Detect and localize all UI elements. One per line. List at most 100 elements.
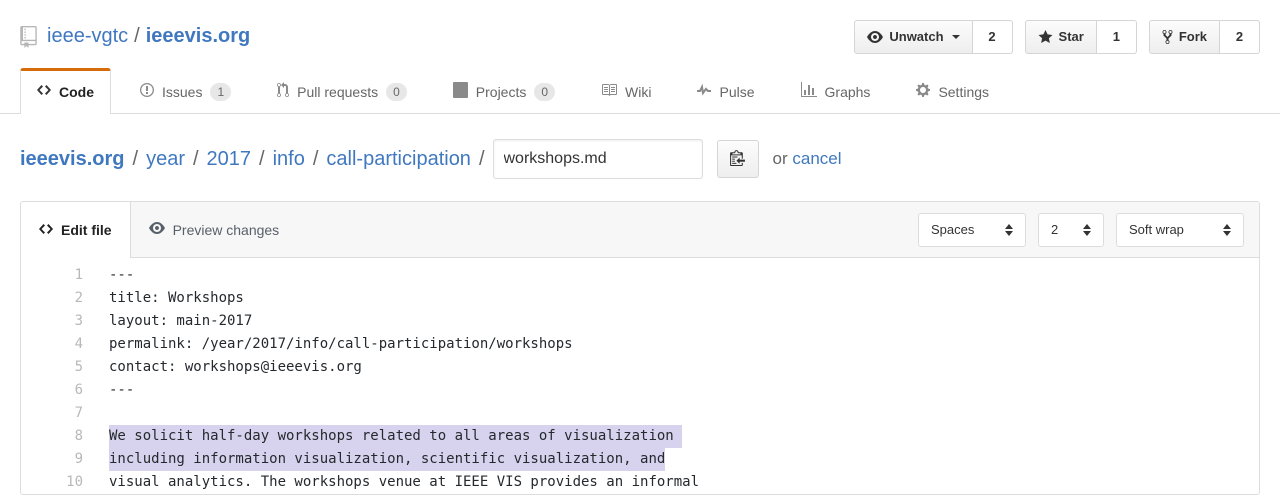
unwatch-label: Unwatch [889, 29, 943, 44]
or-label: or [773, 149, 788, 168]
line-text[interactable]: including information visualization, sci… [109, 448, 665, 471]
tab-settings[interactable]: Settings [899, 68, 1006, 114]
line-number[interactable]: 2 [21, 287, 83, 310]
indent-size-select[interactable]: 2 [1038, 213, 1104, 247]
pull-requests-count-badge: 0 [386, 83, 407, 101]
breadcrumb-separator: / [133, 148, 139, 171]
code-line: 9 including information visualization, s… [21, 448, 1259, 471]
line-text[interactable]: title: Workshops [109, 287, 244, 310]
caret-down-icon [952, 35, 960, 43]
repo-nav: Code Issues 1 Pull requests 0 Projects 0… [0, 68, 1280, 114]
indent-mode-select[interactable]: Spaces [918, 213, 1026, 247]
code-editor[interactable]: 1 --- 2 title: Workshops 3 layout: main-… [21, 258, 1259, 494]
breadcrumb: ieeevis.org / year / 2017 / info / call-… [0, 139, 1280, 179]
tab-projects-label: Projects [476, 84, 527, 100]
breadcrumb-separator: / [193, 148, 199, 171]
projects-count-badge: 0 [534, 83, 555, 101]
line-text[interactable]: visual analytics. The workshops venue at… [109, 471, 699, 494]
line-text[interactable]: --- [109, 379, 134, 402]
star-button[interactable]: Star [1025, 20, 1097, 54]
line-number[interactable]: 1 [21, 264, 83, 287]
code-line: 6 --- [21, 379, 1259, 402]
select-arrows-icon [1005, 224, 1013, 236]
line-number[interactable]: 3 [21, 310, 83, 333]
copy-path-button[interactable] [717, 140, 759, 178]
repo-owner-link[interactable]: ieee-vgtc [47, 25, 128, 48]
tab-code[interactable]: Code [20, 68, 111, 114]
code-line: 7 [21, 402, 1259, 425]
star-label: Star [1059, 29, 1084, 44]
breadcrumb-link-call-participation[interactable]: call-participation [326, 148, 471, 171]
clipboard-icon [730, 149, 745, 169]
graph-icon [801, 82, 817, 101]
star-count[interactable]: 1 [1097, 20, 1137, 54]
issue-icon [140, 82, 154, 101]
line-text[interactable]: We solicit half-day workshops related to… [109, 425, 682, 448]
breadcrumb-separator: / [313, 148, 319, 171]
editor-header: Edit file Preview changes Spaces 2 Soft … [21, 202, 1259, 258]
fork-count[interactable]: 2 [1220, 20, 1260, 54]
breadcrumb-link-info[interactable]: info [273, 148, 305, 171]
tab-pull-requests[interactable]: Pull requests 0 [260, 68, 424, 114]
breadcrumb-link-2017[interactable]: 2017 [207, 148, 252, 171]
tab-preview-changes[interactable]: Preview changes [131, 202, 298, 257]
tab-settings-label: Settings [938, 84, 989, 100]
edit-file-label: Edit file [61, 222, 112, 238]
repo-title: ieee-vgtc / ieeevis.org [20, 25, 250, 48]
tab-issues-label: Issues [162, 84, 202, 100]
cancel-link[interactable]: cancel [792, 149, 841, 168]
tab-edit-file[interactable]: Edit file [21, 202, 131, 258]
code-icon [37, 82, 51, 101]
line-number[interactable]: 8 [21, 425, 83, 448]
breadcrumb-link-year[interactable]: year [146, 148, 185, 171]
watch-count[interactable]: 2 [973, 20, 1013, 54]
fork-label: Fork [1179, 29, 1207, 44]
select-arrows-icon [1223, 224, 1231, 236]
breadcrumb-separator: / [259, 148, 265, 171]
tab-pull-requests-label: Pull requests [297, 84, 378, 100]
repo-icon [20, 26, 37, 48]
tab-pulse-label: Pulse [719, 84, 754, 100]
line-number[interactable]: 10 [21, 471, 83, 494]
indent-mode-value: Spaces [931, 222, 974, 237]
line-text[interactable]: permalink: /year/2017/info/call-particip… [109, 333, 573, 356]
editor-settings: Spaces 2 Soft wrap [918, 202, 1259, 257]
line-number[interactable]: 5 [21, 356, 83, 379]
tab-wiki[interactable]: Wiki [584, 68, 668, 114]
line-number[interactable]: 6 [21, 379, 83, 402]
pull-request-icon [277, 82, 289, 101]
fork-button[interactable]: Fork [1149, 20, 1220, 54]
line-number[interactable]: 4 [21, 333, 83, 356]
book-icon [601, 82, 617, 101]
wrap-mode-select[interactable]: Soft wrap [1116, 213, 1244, 247]
line-text[interactable]: --- [109, 264, 134, 287]
star-icon [1038, 29, 1053, 45]
code-line: 3 layout: main-2017 [21, 310, 1259, 333]
tab-issues[interactable]: Issues 1 [123, 68, 248, 114]
tab-projects[interactable]: Projects 0 [436, 68, 572, 114]
filename-input[interactable] [493, 139, 703, 179]
line-number[interactable]: 9 [21, 448, 83, 471]
code-icon [39, 221, 53, 240]
tab-graphs-label: Graphs [825, 84, 871, 100]
tab-pulse[interactable]: Pulse [680, 68, 771, 114]
code-line: 10 visual analytics. The workshops venue… [21, 471, 1259, 494]
fork-icon [1162, 29, 1173, 45]
breadcrumb-root-link[interactable]: ieeevis.org [20, 148, 125, 171]
preview-changes-label: Preview changes [173, 222, 280, 238]
code-line: 4 permalink: /year/2017/info/call-partic… [21, 333, 1259, 356]
star-group: Star 1 [1025, 20, 1137, 54]
line-text[interactable]: layout: main-2017 [109, 310, 252, 333]
repo-actions: Unwatch 2 Star 1 Fork 2 [854, 20, 1260, 54]
line-number[interactable]: 7 [21, 402, 83, 425]
tab-graphs[interactable]: Graphs [784, 68, 888, 114]
file-editor-panel: Edit file Preview changes Spaces 2 Soft … [20, 201, 1260, 495]
code-line: 5 contact: workshops@ieeevis.org [21, 356, 1259, 379]
code-line: 1 --- [21, 264, 1259, 287]
repo-name-link[interactable]: ieeevis.org [146, 25, 251, 48]
line-text[interactable]: contact: workshops@ieeevis.org [109, 356, 362, 379]
code-lines: 1 --- 2 title: Workshops 3 layout: main-… [21, 264, 1259, 494]
unwatch-button[interactable]: Unwatch [854, 20, 972, 54]
pulse-icon [697, 82, 711, 101]
repo-header: ieee-vgtc / ieeevis.org Unwatch 2 Star 1… [0, 0, 1280, 60]
